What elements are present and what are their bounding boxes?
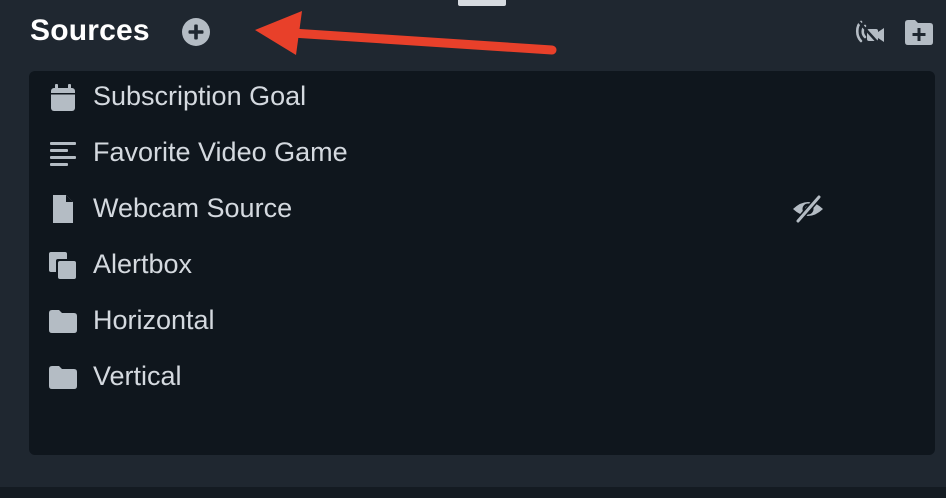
folder-icon <box>49 310 77 333</box>
source-item-horizontal[interactable]: Horizontal <box>29 293 935 349</box>
drag-handle[interactable] <box>458 0 506 6</box>
add-folder-icon[interactable] <box>903 16 935 48</box>
sources-list: Subscription Goal Favorite Video Game We… <box>29 71 935 455</box>
source-label: Subscription Goal <box>93 81 307 111</box>
source-item-vertical[interactable]: Vertical <box>29 349 935 405</box>
source-label: Horizontal <box>93 305 215 335</box>
bottom-bar <box>0 487 946 498</box>
source-label: Vertical <box>93 361 182 391</box>
source-label: Favorite Video Game <box>93 137 348 167</box>
source-item-subscription-goal[interactable]: Subscription Goal <box>29 69 935 125</box>
calendar-icon <box>51 84 75 111</box>
folder-icon <box>49 366 77 389</box>
source-item-webcam-source[interactable]: Webcam Source <box>29 181 935 237</box>
source-label: Alertbox <box>93 249 193 279</box>
sources-dock: Sources Subscription Goal Favorite Video… <box>0 0 946 498</box>
sources-title: Sources <box>30 14 150 47</box>
broadcast-camera-icon[interactable] <box>853 16 885 48</box>
annotation-arrow <box>255 11 557 55</box>
plus-circle-icon <box>182 18 210 46</box>
add-source-button[interactable] <box>181 17 211 47</box>
source-item-alertbox[interactable]: Alertbox <box>29 237 935 293</box>
text-lines-icon <box>50 142 76 166</box>
copy-icon <box>49 252 76 279</box>
eye-slash-icon[interactable] <box>791 193 825 225</box>
source-label: Webcam Source <box>93 193 293 223</box>
source-item-favorite-video-game[interactable]: Favorite Video Game <box>29 125 935 181</box>
file-icon <box>53 195 73 223</box>
